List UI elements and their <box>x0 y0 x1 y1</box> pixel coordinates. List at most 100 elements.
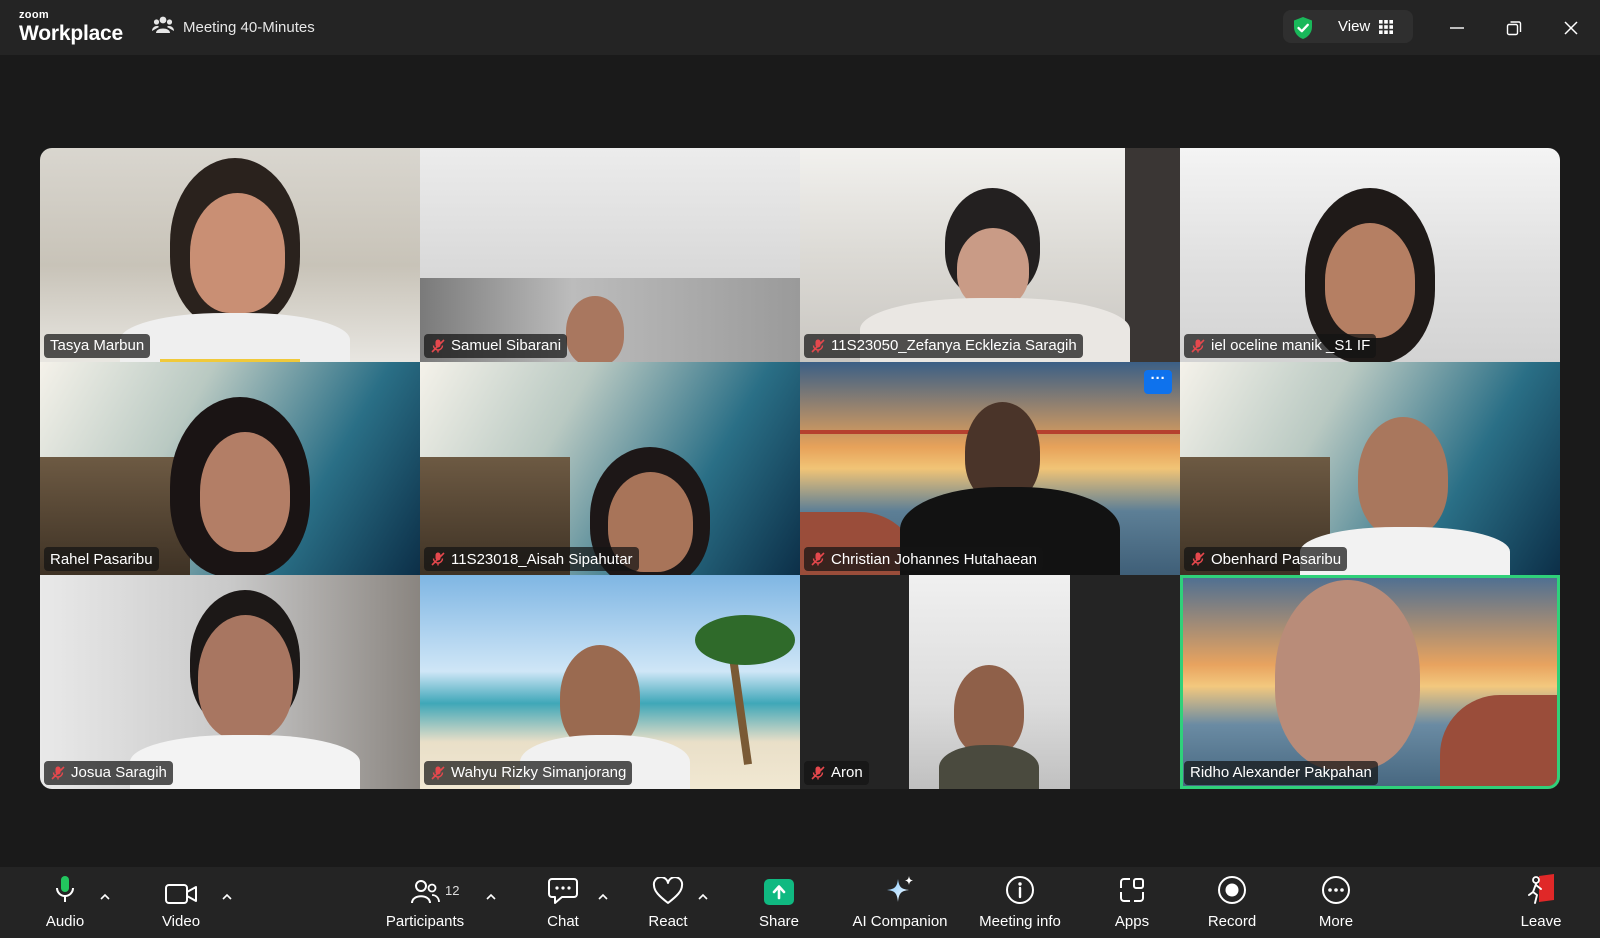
participant-name-tag: Samuel Sibarani <box>424 333 568 358</box>
participant-name: Ridho Alexander Pakpahan <box>1190 764 1372 782</box>
video-tile[interactable]: Obenhard Pasaribu <box>1180 361 1560 576</box>
zoom-workplace-logo: zoom Workplace <box>19 10 124 45</box>
react-button[interactable]: React <box>643 867 693 938</box>
view-button[interactable]: View <box>1283 10 1413 43</box>
chat-button[interactable]: Chat <box>538 867 588 938</box>
more-options-icon <box>1321 867 1351 907</box>
audio-options-chevron-icon[interactable] <box>98 892 112 902</box>
apps-button[interactable]: Apps <box>1107 867 1157 938</box>
participant-face <box>957 228 1029 308</box>
participant-face <box>200 431 290 552</box>
muted-mic-icon <box>1191 552 1205 566</box>
audio-label: Audio <box>45 913 85 930</box>
apps-label: Apps <box>1114 913 1150 930</box>
video-tile[interactable]: Josua Saragih <box>40 575 420 789</box>
participant-name-tag: 11S23018_Aisah Sipahutar <box>424 547 639 572</box>
muted-mic-icon <box>431 766 445 780</box>
video-tile[interactable]: ··· Christian Johannes Hutahaean <box>800 361 1180 576</box>
muted-mic-icon <box>811 339 825 353</box>
meeting-group-icon <box>152 15 174 39</box>
participant-name-tag: Josua Saragih <box>44 760 173 785</box>
participants-options-chevron-icon[interactable] <box>484 892 498 902</box>
video-tile[interactable]: iel oceline manik _S1 IF <box>1180 148 1560 362</box>
share-label: Share <box>758 913 800 930</box>
participant-name: Obenhard Pasaribu <box>1211 550 1342 568</box>
leave-label: Leave <box>1520 913 1562 930</box>
logo-workplace-text: Workplace <box>19 22 124 45</box>
ai-companion-label: AI Companion <box>852 913 948 930</box>
restore-button[interactable] <box>1499 13 1529 43</box>
participant-face <box>198 615 293 741</box>
participant-face <box>1325 223 1415 338</box>
tile-more-options-button[interactable]: ··· <box>1144 369 1172 394</box>
participant-face <box>190 193 285 313</box>
video-tile[interactable]: 11S23050_Zefanya Ecklezia Saragih <box>800 148 1180 362</box>
participant-name-tag: Aron <box>804 760 869 785</box>
leave-button[interactable]: Leave <box>1516 867 1566 938</box>
more-label: More <box>1318 913 1354 930</box>
chat-label: Chat <box>547 913 579 930</box>
video-tile[interactable]: Tasya Marbun <box>40 148 420 362</box>
participant-name: Wahyu Rizky Simanjorang <box>451 764 627 782</box>
more-button[interactable]: More <box>1311 867 1361 938</box>
participants-button[interactable]: Participants <box>380 867 470 938</box>
ai-companion-button[interactable]: AI Companion <box>846 867 954 938</box>
video-tile[interactable]: Rahel Pasaribu <box>40 361 420 576</box>
chat-options-chevron-icon[interactable] <box>596 892 610 902</box>
view-label: View <box>1338 18 1371 35</box>
chat-icon <box>548 867 578 907</box>
participant-name: Samuel Sibarani <box>451 337 562 355</box>
meeting-title[interactable]: Meeting 40-Minutes <box>152 15 315 39</box>
participant-name-tag: 11S23050_Zefanya Ecklezia Saragih <box>804 333 1083 358</box>
video-tile[interactable]: Aron <box>800 575 1180 789</box>
participant-name-tag: Wahyu Rizky Simanjorang <box>424 760 633 785</box>
muted-mic-icon <box>431 339 445 353</box>
minimize-button[interactable] <box>1442 13 1472 43</box>
share-button[interactable]: Share <box>754 867 804 938</box>
meeting-info-button[interactable]: Meeting info <box>972 867 1068 938</box>
participant-body <box>939 745 1039 789</box>
video-camera-icon <box>165 867 197 907</box>
react-options-chevron-icon[interactable] <box>696 892 710 902</box>
participant-name: 11S23018_Aisah Sipahutar <box>451 550 633 568</box>
participant-face <box>1358 416 1448 537</box>
video-options-chevron-icon[interactable] <box>220 892 234 902</box>
participant-name-tag: Tasya Marbun <box>44 333 151 358</box>
close-window-button[interactable] <box>1556 13 1586 43</box>
muted-mic-icon <box>811 552 825 566</box>
video-tile-active-speaker[interactable]: Ridho Alexander Pakpahan <box>1180 575 1560 789</box>
video-tile[interactable]: Samuel Sibarani <box>420 148 800 362</box>
meeting-toolbar: Audio Video Participants 12 Chat React S… <box>0 867 1600 938</box>
participant-name: Rahel Pasaribu <box>50 550 153 568</box>
record-button[interactable]: Record <box>1206 867 1258 938</box>
muted-mic-icon <box>431 552 445 566</box>
participant-name: iel oceline manik _S1 IF <box>1211 337 1371 355</box>
participant-name: Tasya Marbun <box>50 337 145 355</box>
video-button[interactable]: Video <box>156 867 206 938</box>
participant-name: Josua Saragih <box>71 764 167 782</box>
participant-face <box>566 296 624 362</box>
ai-companion-sparkle-icon <box>884 867 916 907</box>
muted-mic-icon <box>51 766 65 780</box>
video-tile[interactable]: 11S23018_Aisah Sipahutar <box>420 361 800 576</box>
participant-name-tag: Ridho Alexander Pakpahan <box>1184 760 1378 785</box>
meeting-title-text: Meeting 40-Minutes <box>183 18 315 36</box>
security-shield-icon[interactable] <box>1292 16 1314 45</box>
minimize-icon <box>1450 27 1464 29</box>
record-icon <box>1217 867 1247 907</box>
participants-label: Participants <box>385 913 465 930</box>
video-label: Video <box>161 913 201 930</box>
participants-icon <box>410 867 440 907</box>
heart-icon <box>652 867 684 907</box>
participant-body <box>120 313 350 362</box>
audio-button[interactable]: Audio <box>40 867 90 938</box>
video-tile[interactable]: Wahyu Rizky Simanjorang <box>420 575 800 789</box>
video-feed <box>909 575 1070 789</box>
participant-name-tag: Obenhard Pasaribu <box>1184 547 1348 572</box>
close-icon <box>1564 21 1578 35</box>
microphone-icon <box>54 867 76 907</box>
participant-face <box>1275 580 1420 771</box>
grid-view-icon <box>1379 20 1393 39</box>
participant-face <box>954 665 1024 756</box>
info-icon <box>1005 867 1035 907</box>
